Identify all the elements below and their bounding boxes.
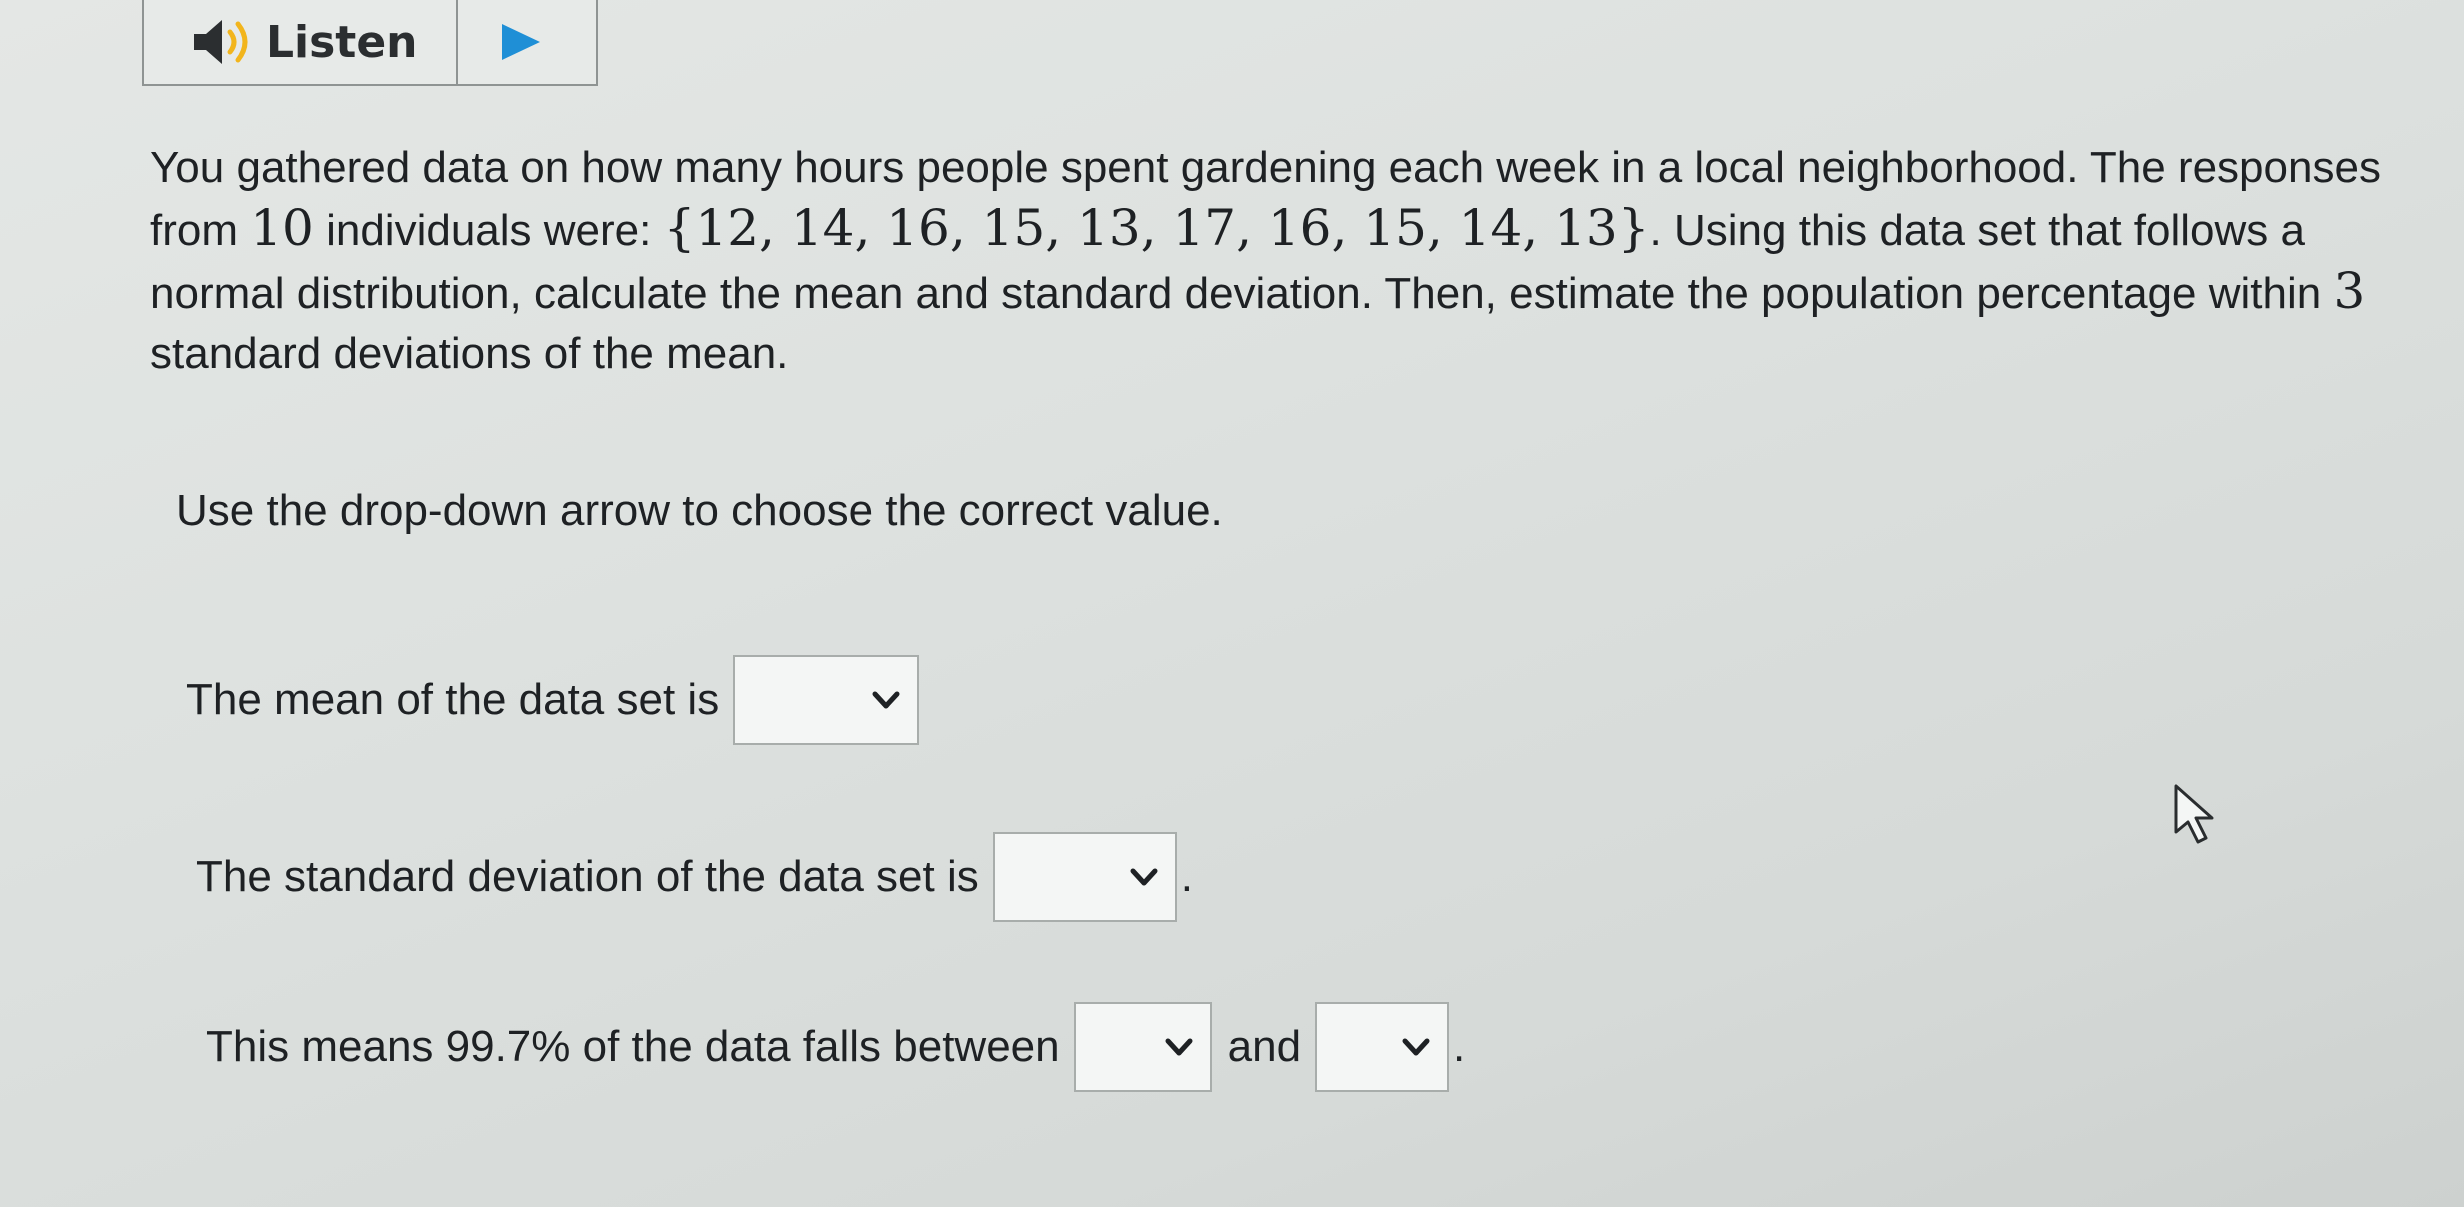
listen-label: Listen [266, 16, 418, 68]
speaker-icon [194, 20, 248, 64]
sd-period: . [1180, 852, 1193, 901]
mean-question-line: The mean of the data set is [186, 655, 920, 745]
play-icon [502, 24, 540, 60]
question-text-part4: standard deviations of the mean. [150, 329, 789, 378]
chevron-down-icon [1130, 868, 1158, 886]
chevron-down-icon [1402, 1038, 1430, 1056]
range-prompt: This means 99.7% of the data falls betwe… [206, 1022, 1060, 1071]
listen-button[interactable]: Listen [144, 0, 458, 84]
lower-bound-dropdown[interactable] [1073, 1002, 1212, 1092]
response-count: 10 [250, 199, 314, 257]
upper-bound-dropdown[interactable] [1315, 1002, 1450, 1092]
sd-dropdown[interactable] [992, 832, 1177, 922]
instruction-text: Use the drop-down arrow to choose the co… [176, 486, 1223, 535]
sd-question-line: The standard deviation of the data set i… [196, 832, 1193, 922]
and-label: and [1227, 1022, 1302, 1071]
range-period: . [1453, 1022, 1466, 1071]
chevron-down-icon [1165, 1038, 1193, 1056]
range-question-line: This means 99.7% of the data falls betwe… [206, 1002, 1465, 1092]
mean-prompt: The mean of the data set is [186, 675, 720, 724]
question-text: You gathered data on how many hours peop… [150, 138, 2440, 384]
num-standard-deviations: 3 [2333, 262, 2366, 320]
mean-dropdown[interactable] [733, 655, 920, 745]
chevron-down-icon [872, 691, 900, 709]
data-set: {12, 14, 16, 15, 13, 17, 16, 15, 14, 13} [663, 199, 1650, 257]
play-button[interactable] [458, 0, 596, 84]
listen-toolbar: Listen [142, 0, 598, 86]
mouse-pointer-icon [2174, 784, 2214, 844]
sd-prompt: The standard deviation of the data set i… [196, 852, 979, 901]
question-text-part2: individuals were: [313, 206, 664, 255]
